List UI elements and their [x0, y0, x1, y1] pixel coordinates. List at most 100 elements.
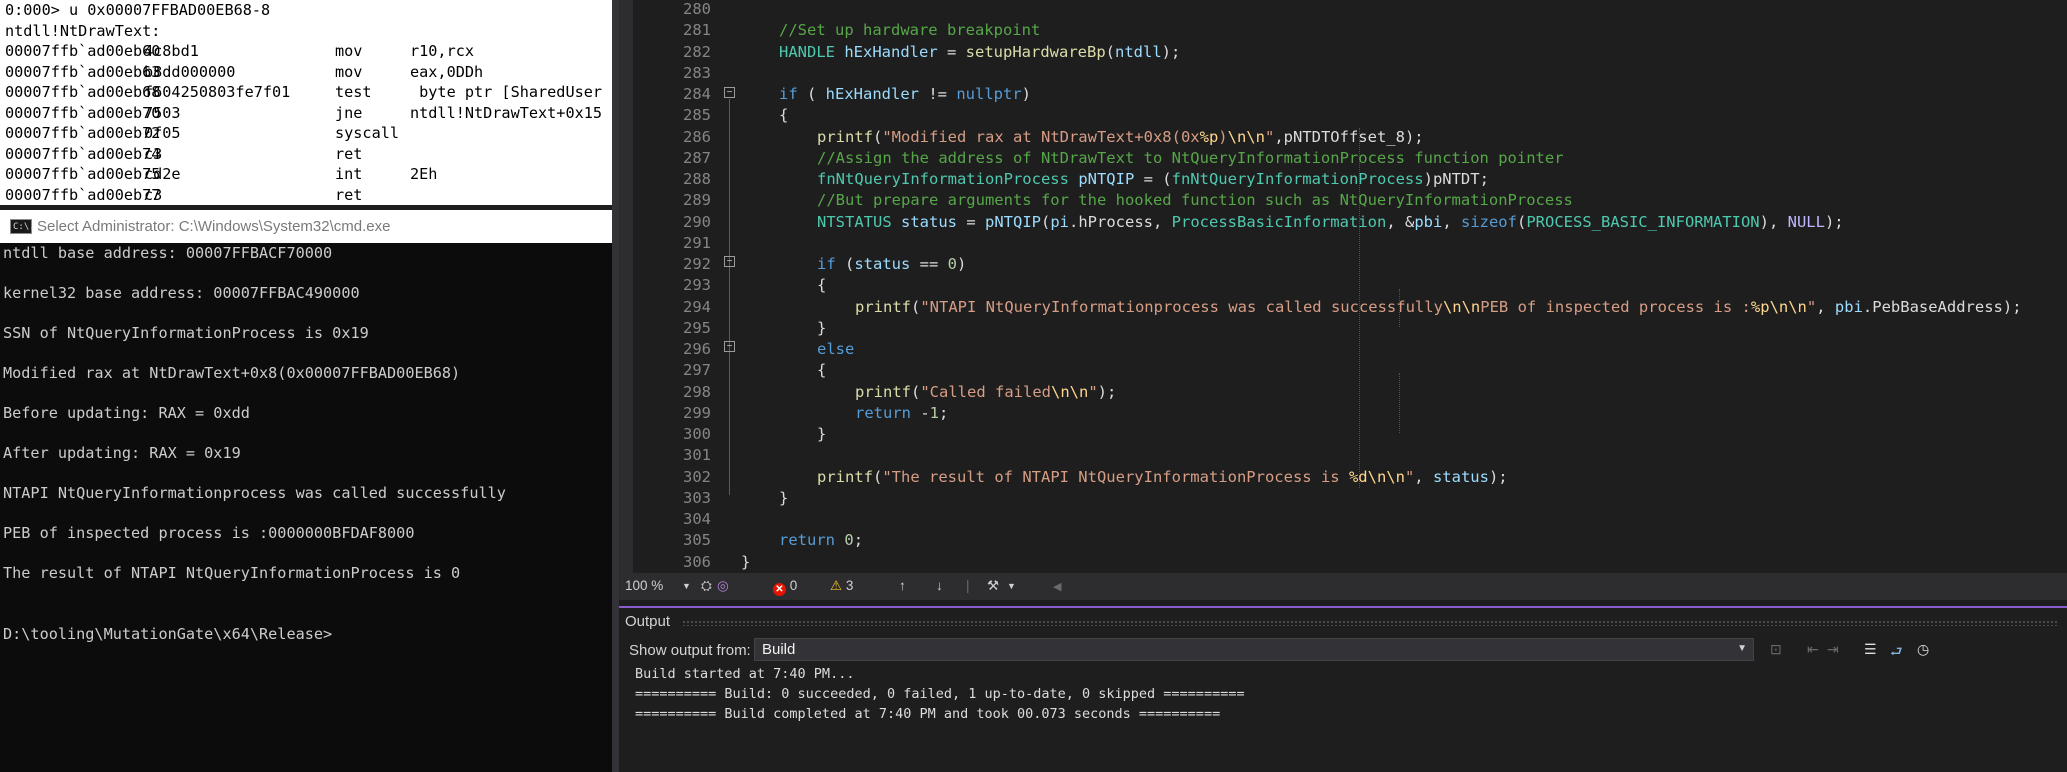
copilot-icon[interactable]: ◎: [717, 578, 729, 594]
code-token: pbi: [1414, 212, 1443, 231]
code-line: }: [817, 425, 826, 443]
code-line: }: [779, 489, 788, 507]
clear-all-icon[interactable]: ☰: [1864, 641, 1877, 658]
console-line: NTAPI NtQueryInformationprocess was call…: [3, 484, 506, 502]
warning-count[interactable]: ⚠ 3: [830, 578, 853, 594]
code-token: %d: [1348, 467, 1368, 486]
fold-toggle-icon[interactable]: −: [724, 341, 735, 352]
code-cleanup-brush-icon[interactable]: ⚒: [987, 578, 999, 594]
code-token: HANDLE: [779, 42, 835, 61]
line-number: 283: [683, 63, 711, 82]
error-icon: ✕: [773, 583, 786, 596]
next-issue-arrow-icon[interactable]: ↓: [936, 578, 943, 593]
console-line: The result of NTAPI NtQueryInformationPr…: [3, 564, 461, 582]
pane-splitter[interactable]: [612, 0, 619, 772]
disasm-bytes: 7503: [144, 103, 181, 122]
disasm-row: 00007ffb`ad00eb72 0f05 syscall: [0, 123, 612, 143]
code-token: ): [1218, 127, 1228, 146]
disasm-mnemonic: ret: [335, 185, 363, 204]
code-token: PEB of inspected process is :: [1480, 297, 1751, 316]
indent-guide: [1399, 373, 1400, 433]
fold-line: [729, 99, 730, 495]
disasm-address: 00007ffb`ad00eb77: [5, 185, 161, 204]
output-line: ========== Build completed at 7:40 PM an…: [635, 706, 1221, 722]
panel-drag-grip[interactable]: [682, 620, 2057, 626]
line-number: 297: [683, 361, 711, 380]
code-token: {: [779, 106, 789, 125]
disasm-operands: r10,rcx: [410, 42, 475, 60]
fold-toggle-icon[interactable]: −: [724, 256, 735, 267]
code-token: else: [817, 340, 855, 358]
code-token: ": [1806, 297, 1817, 316]
code-token: \n\n: [1769, 297, 1807, 316]
find-message-icon[interactable]: ⊡: [1770, 641, 1782, 658]
disasm-bytes: c3: [144, 144, 163, 163]
code-line: {: [817, 276, 826, 294]
cmd-title-bar[interactable]: C:\. Select Administrator: C:\Windows\Sy…: [0, 210, 612, 244]
timestamp-clock-icon[interactable]: ◷: [1917, 641, 1929, 658]
line-number: 298: [683, 382, 711, 401]
code-token: =: [937, 42, 966, 61]
line-number: 281: [683, 21, 711, 40]
output-line: Build started at 7:40 PM...: [635, 666, 855, 682]
output-source-select[interactable]: Build ▼: [754, 638, 1754, 661]
zoom-dropdown-icon[interactable]: ▼: [682, 581, 691, 591]
code-token: (: [873, 467, 883, 486]
chevron-down-icon: ▼: [1737, 643, 1747, 654]
cmd-console-output[interactable]: ntdll base address: 00007FFBACF70000 ker…: [0, 243, 612, 772]
line-number: 304: [683, 510, 711, 528]
code-token: ,: [1414, 467, 1433, 486]
output-panel[interactable]: Output Show output from: Build ▼ ⊡ ⇤ ⇥ ☰…: [619, 608, 2067, 772]
code-token: ,pNTDTOffset_8);: [1274, 127, 1424, 146]
code-token: status: [901, 212, 957, 231]
disasm-address: 00007ffb`ad00eb75: [5, 165, 161, 183]
intellicode-icon[interactable]: ⛭: [701, 578, 712, 594]
disasm-address: 00007ffb`ad00eb74: [5, 144, 161, 163]
code-token: //But prepare arguments for the hooked f…: [817, 191, 1573, 210]
scroll-left-icon[interactable]: ◀: [1053, 580, 1061, 593]
disasm-operands: byte ptr [SharedUser: [410, 83, 603, 101]
code-line: printf("The result of NTAPI NtQueryInfor…: [817, 468, 1508, 486]
code-token: ": [1088, 382, 1098, 401]
code-line: HANDLE hExHandler = setupHardwareBp(ntdl…: [779, 43, 1180, 61]
code-token: \n\n: [1442, 297, 1481, 316]
code-token: =: [957, 212, 985, 231]
code-token: ,: [1442, 212, 1461, 231]
code-token: "The result of NTAPI NtQueryInformationP…: [882, 467, 1349, 486]
code-token: \n\n: [1367, 467, 1405, 486]
disasm-row: 00007ffb`ad00eb75 cd2e int 2Eh: [0, 164, 612, 184]
output-panel-title: Output: [625, 613, 671, 630]
error-count[interactable]: ✕ 0: [773, 578, 797, 596]
disasm-operands: ntdll!NtDrawText+0x15: [410, 103, 603, 122]
line-number: 290: [683, 212, 711, 231]
code-editor[interactable]: 280 281 282 283 284 285 286 287 288 289 290 291 292 2…: [619, 0, 2067, 573]
code-token: (: [1516, 212, 1527, 231]
disasm-operands: 2Eh: [410, 165, 438, 183]
code-token: printf: [817, 127, 873, 146]
previous-message-icon[interactable]: ⇤: [1807, 641, 1819, 658]
code-token: %p: [1199, 127, 1219, 146]
code-token: }: [817, 425, 827, 443]
code-cleanup-dropdown-icon[interactable]: ▼: [1007, 581, 1016, 591]
disasm-row: 00007ffb`ad00eb70 7503 jne ntdll!NtDrawT…: [0, 103, 612, 123]
disasm-row: 00007ffb`ad00eb60 4c8bd1 mov r10,rcx: [0, 41, 612, 61]
line-number: 292: [683, 255, 711, 273]
next-message-icon[interactable]: ⇥: [1827, 641, 1839, 658]
line-number: 296: [683, 340, 711, 358]
previous-issue-arrow-icon[interactable]: ↑: [899, 578, 906, 593]
debugger-symbol: ntdll!NtDrawText:: [5, 21, 161, 40]
code-line: if ( hExHandler != nullptr): [779, 85, 1031, 103]
zoom-level[interactable]: 100 %: [625, 578, 663, 593]
line-number: 303: [683, 488, 711, 507]
code-token: (: [1105, 42, 1115, 61]
code-line: fnNtQueryInformationProcess pNTQIP = (fn…: [817, 170, 1489, 188]
code-line: printf("NTAPI NtQueryInformationprocess …: [855, 298, 2022, 316]
disasm-mnemonic: syscall: [335, 124, 400, 142]
disasm-bytes: b8dd000000: [144, 62, 236, 81]
disasm-bytes: cd2e: [144, 165, 181, 183]
fold-toggle-icon[interactable]: −: [724, 87, 735, 98]
debugger-disassembly-pane[interactable]: 0:000> u 0x00007FFBAD00EB68-8 ntdll!NtDr…: [0, 0, 612, 205]
code-token: }: [779, 488, 789, 507]
word-wrap-icon[interactable]: ⮐: [1890, 641, 1903, 665]
